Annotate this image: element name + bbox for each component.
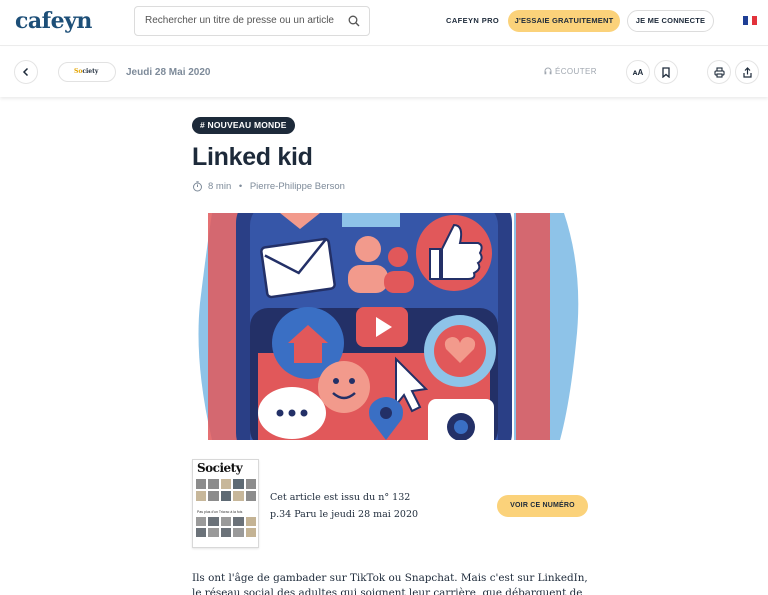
search-placeholder: Rechercher un titre de presse ou un arti…: [145, 15, 334, 26]
cover-title: Society: [197, 461, 243, 475]
envelope-icon: [260, 237, 336, 299]
article-body: Ils ont l'âge de gambader sur TikTok ou …: [192, 572, 588, 595]
share-icon: [742, 66, 752, 78]
top-header: cafeyn Rechercher un titre de presse ou …: [0, 0, 768, 46]
listen-label: ÉCOUTER: [555, 67, 597, 76]
view-issue-button[interactable]: VOIR CE NUMÉRO: [497, 495, 588, 517]
font-size-icon: ᴀA: [632, 67, 644, 77]
article-illustration: [192, 213, 588, 440]
camera-icon: [428, 399, 494, 440]
cafeyn-pro-link[interactable]: CAFEYN PRO: [446, 16, 499, 25]
fr-flag-icon[interactable]: [743, 16, 758, 25]
search-input[interactable]: Rechercher un titre de presse ou un arti…: [134, 6, 370, 36]
print-button[interactable]: [707, 60, 731, 84]
stopwatch-icon: [193, 181, 202, 192]
issue-date: Jeudi 28 Mai 2020: [126, 67, 211, 78]
cover-tagline: Pas plus d'un Tricrac à la fois: [197, 510, 243, 514]
listen-button[interactable]: ÉCOUTER: [544, 67, 597, 76]
headphones-icon: [544, 67, 552, 75]
font-size-button[interactable]: ᴀA: [626, 60, 650, 84]
magazine-logo: Society: [74, 68, 99, 75]
bookmark-button[interactable]: [654, 60, 678, 84]
back-button[interactable]: [14, 60, 38, 84]
smiley-icon: [318, 361, 370, 413]
share-button[interactable]: [735, 60, 759, 84]
search-icon[interactable]: [348, 15, 360, 27]
source-issue-number: Cet article est issu du n° 132: [270, 492, 411, 503]
bookmark-icon: [662, 66, 670, 78]
article-meta: 8 min • Pierre-Philippe Berson: [192, 181, 345, 192]
login-button[interactable]: JE ME CONNECTE: [627, 10, 714, 32]
section-tag[interactable]: # NOUVEAU MONDE: [192, 117, 295, 134]
magazine-badge[interactable]: Society: [58, 62, 116, 82]
author-name[interactable]: Pierre-Philippe Berson: [250, 181, 345, 192]
cafeyn-logo[interactable]: cafeyn: [15, 8, 92, 34]
meta-separator: •: [238, 181, 243, 193]
chevron-left-icon: [22, 67, 29, 77]
print-icon: [713, 66, 725, 78]
heart-icon: [424, 315, 496, 387]
play-icon: [356, 307, 408, 347]
reading-time: 8 min: [208, 181, 232, 193]
source-publication-date: p.34 Paru le jeudi 28 mai 2020: [270, 509, 419, 520]
cover-photos-top: [196, 479, 256, 501]
cover-photos-bottom: [196, 517, 256, 537]
thumbs-up-icon: [416, 215, 492, 291]
free-trial-button[interactable]: J'ESSAIE GRATUITEMENT: [508, 10, 620, 32]
chat-icon: [258, 387, 326, 439]
article-title: Linked kid: [192, 143, 313, 171]
magazine-cover[interactable]: Society Pas plus d'un Tricrac à la fois: [192, 459, 259, 548]
